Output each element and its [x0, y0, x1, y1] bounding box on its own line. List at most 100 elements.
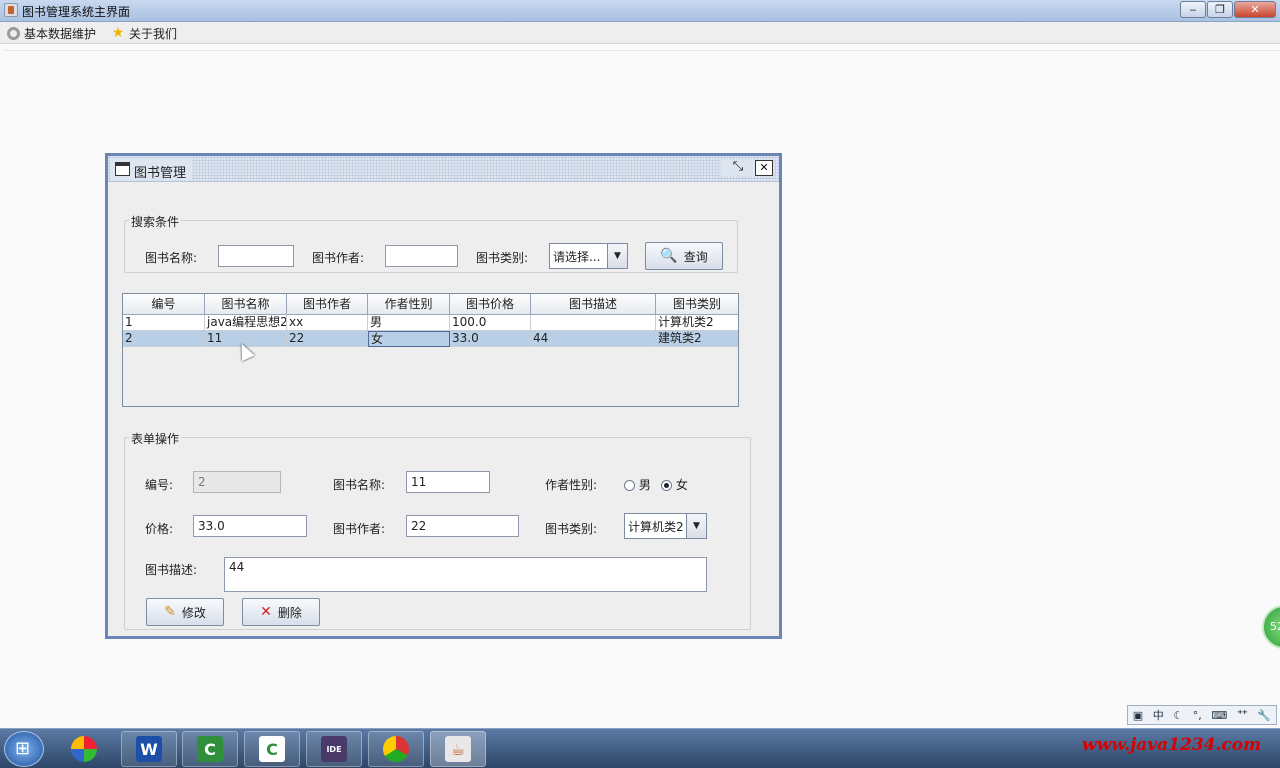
col-header-desc[interactable]: 图书描述	[531, 294, 656, 314]
form-author-label: 图书作者:	[333, 522, 386, 536]
menubar: 基本数据维护 ★ 关于我们	[0, 22, 1280, 44]
table-cell[interactable]: 男	[368, 315, 450, 331]
chevron-down-icon[interactable]: ▼	[686, 514, 706, 538]
modify-button-label: 修改	[181, 605, 206, 620]
book-management-frame: 图书管理 ⤡ ✕ 搜索条件 图书名称: 图书作者: 图书类别: 请选择... ▼…	[105, 153, 782, 639]
delete-x-icon: ✕	[260, 604, 272, 620]
wrench-icon[interactable]: 🔧	[1257, 709, 1271, 722]
close-button[interactable]: ✕	[1234, 1, 1276, 18]
form-price-label: 价格:	[145, 522, 174, 536]
chevron-down-icon[interactable]: ▼	[607, 244, 627, 268]
gender-female-label: 女	[675, 478, 688, 492]
ime-mode-toggle[interactable]: 中	[1153, 707, 1164, 723]
form-id-field	[193, 471, 281, 493]
table-cell[interactable]: 2	[123, 331, 205, 347]
table-cell[interactable]	[531, 315, 656, 331]
col-header-book-name[interactable]: 图书名称	[205, 294, 287, 314]
gender-male-label: 男	[638, 478, 651, 492]
gender-female-option[interactable]: 女	[661, 476, 688, 493]
minimize-button[interactable]: ‒	[1180, 1, 1206, 18]
frame-titlebar[interactable]: 图书管理 ⤡ ✕	[108, 156, 779, 182]
search-author-label: 图书作者:	[312, 251, 365, 265]
taskbar-eclipse[interactable]: IDE	[306, 731, 362, 767]
taskbar-java[interactable]: ☕	[430, 731, 486, 767]
table-cell[interactable]: xx	[287, 315, 368, 331]
colorful-app-icon	[71, 736, 97, 762]
form-desc-field[interactable]: 44	[224, 557, 707, 592]
search-category-combo[interactable]: 请选择... ▼	[549, 243, 628, 269]
form-category-value: 计算机类2	[628, 519, 684, 534]
watermark-text: www.java1234.com	[1082, 735, 1262, 755]
form-category-combo[interactable]: 计算机类2 ▼	[624, 513, 707, 539]
java-app-icon	[4, 3, 18, 17]
col-header-category[interactable]: 图书类别	[656, 294, 738, 314]
search-icon: 🔍	[660, 248, 678, 264]
frame-close-button[interactable]: ✕	[755, 160, 773, 176]
gender-female-radio[interactable]	[661, 480, 672, 491]
search-legend: 搜索条件	[129, 213, 182, 230]
camtasia-recorder-icon: C	[259, 736, 285, 762]
moon-icon[interactable]: ☾	[1173, 709, 1183, 722]
taskbar-camtasia-1[interactable]: C	[182, 731, 238, 767]
menu-basic-data-label: 基本数据维护	[24, 26, 97, 41]
query-button[interactable]: 🔍 查询	[645, 242, 723, 270]
taskbar-word[interactable]: W	[121, 731, 177, 767]
delete-button-label: 删除	[277, 605, 302, 620]
form-legend: 表单操作	[129, 430, 182, 447]
camtasia-icon: C	[197, 736, 223, 762]
punctuation-icon[interactable]: °,	[1193, 709, 1202, 722]
search-category-value: 请选择...	[553, 249, 601, 264]
menu-about-us-label: 关于我们	[129, 26, 178, 41]
form-price-field[interactable]	[193, 515, 307, 537]
table-cell[interactable]: 100.0	[450, 315, 531, 331]
table-cell[interactable]: 22	[287, 331, 368, 347]
search-author-input[interactable]	[385, 245, 458, 267]
maximize-button[interactable]: ❐	[1207, 1, 1233, 18]
simplified-icon[interactable]: ⺿	[1237, 707, 1248, 723]
keyboard-icon[interactable]: ⌨	[1211, 709, 1227, 722]
taskbar-app-mixed[interactable]	[56, 731, 112, 767]
query-button-label: 查询	[683, 249, 708, 264]
table-cell[interactable]: 33.0	[450, 331, 531, 347]
gender-male-option[interactable]: 男	[624, 476, 651, 493]
taskbar-camtasia-2[interactable]: C	[244, 731, 300, 767]
col-header-gender[interactable]: 作者性别	[368, 294, 450, 314]
table-cell[interactable]: 44	[531, 331, 656, 347]
ime-logo-icon[interactable]: ▣	[1133, 709, 1143, 722]
form-author-field[interactable]	[406, 515, 519, 537]
window-title: 图书管理系统主界面	[22, 5, 131, 19]
table-header: 编号 图书名称 图书作者 作者性别 图书价格 图书描述 图书类别	[123, 294, 738, 315]
col-header-price[interactable]: 图书价格	[450, 294, 531, 314]
table-row[interactable]: 1 java编程思想2 xx 男 100.0 计算机类2	[123, 315, 738, 331]
taskbar-chrome[interactable]	[368, 731, 424, 767]
table-cell[interactable]: 建筑类2	[656, 331, 738, 347]
window-controls: ‒ ❐ ✕	[1179, 1, 1276, 19]
col-header-author[interactable]: 图书作者	[287, 294, 368, 314]
frame-iconify-button[interactable]: ⤡	[729, 160, 747, 176]
table-row-selected[interactable]: 2 11 22 女 33.0 44 建筑类2	[123, 331, 738, 347]
gender-male-radio[interactable]	[624, 480, 635, 491]
delete-button[interactable]: ✕ 删除	[242, 598, 320, 626]
window-titlebar[interactable]: 图书管理系统主界面 ‒ ❐ ✕	[0, 0, 1280, 22]
start-button[interactable]	[4, 731, 44, 767]
form-book-name-field[interactable]	[406, 471, 490, 493]
frame-title: 图书管理	[134, 166, 187, 181]
form-gender-label: 作者性别:	[545, 478, 598, 492]
books-table[interactable]: 编号 图书名称 图书作者 作者性别 图书价格 图书描述 图书类别 1 java编…	[122, 293, 739, 407]
menu-about-us[interactable]: ★ 关于我们	[111, 25, 177, 41]
table-cell[interactable]: 计算机类2	[656, 315, 738, 331]
table-cell[interactable]: java编程思想2	[205, 315, 287, 331]
form-category-label: 图书类别:	[545, 522, 598, 536]
modify-button[interactable]: ✎ 修改	[146, 598, 224, 626]
form-book-name-label: 图书名称:	[333, 478, 386, 492]
frame-icon	[115, 162, 130, 176]
word-icon: W	[136, 736, 162, 762]
search-category-label: 图书类别:	[476, 251, 529, 265]
menu-basic-data[interactable]: 基本数据维护	[7, 25, 96, 41]
col-header-id[interactable]: 编号	[123, 294, 205, 314]
form-desc-label: 图书描述:	[145, 563, 198, 577]
search-book-name-input[interactable]	[218, 245, 294, 267]
star-icon: ★	[111, 25, 125, 41]
table-cell-focused[interactable]: 女	[368, 331, 450, 347]
table-cell[interactable]: 1	[123, 315, 205, 331]
